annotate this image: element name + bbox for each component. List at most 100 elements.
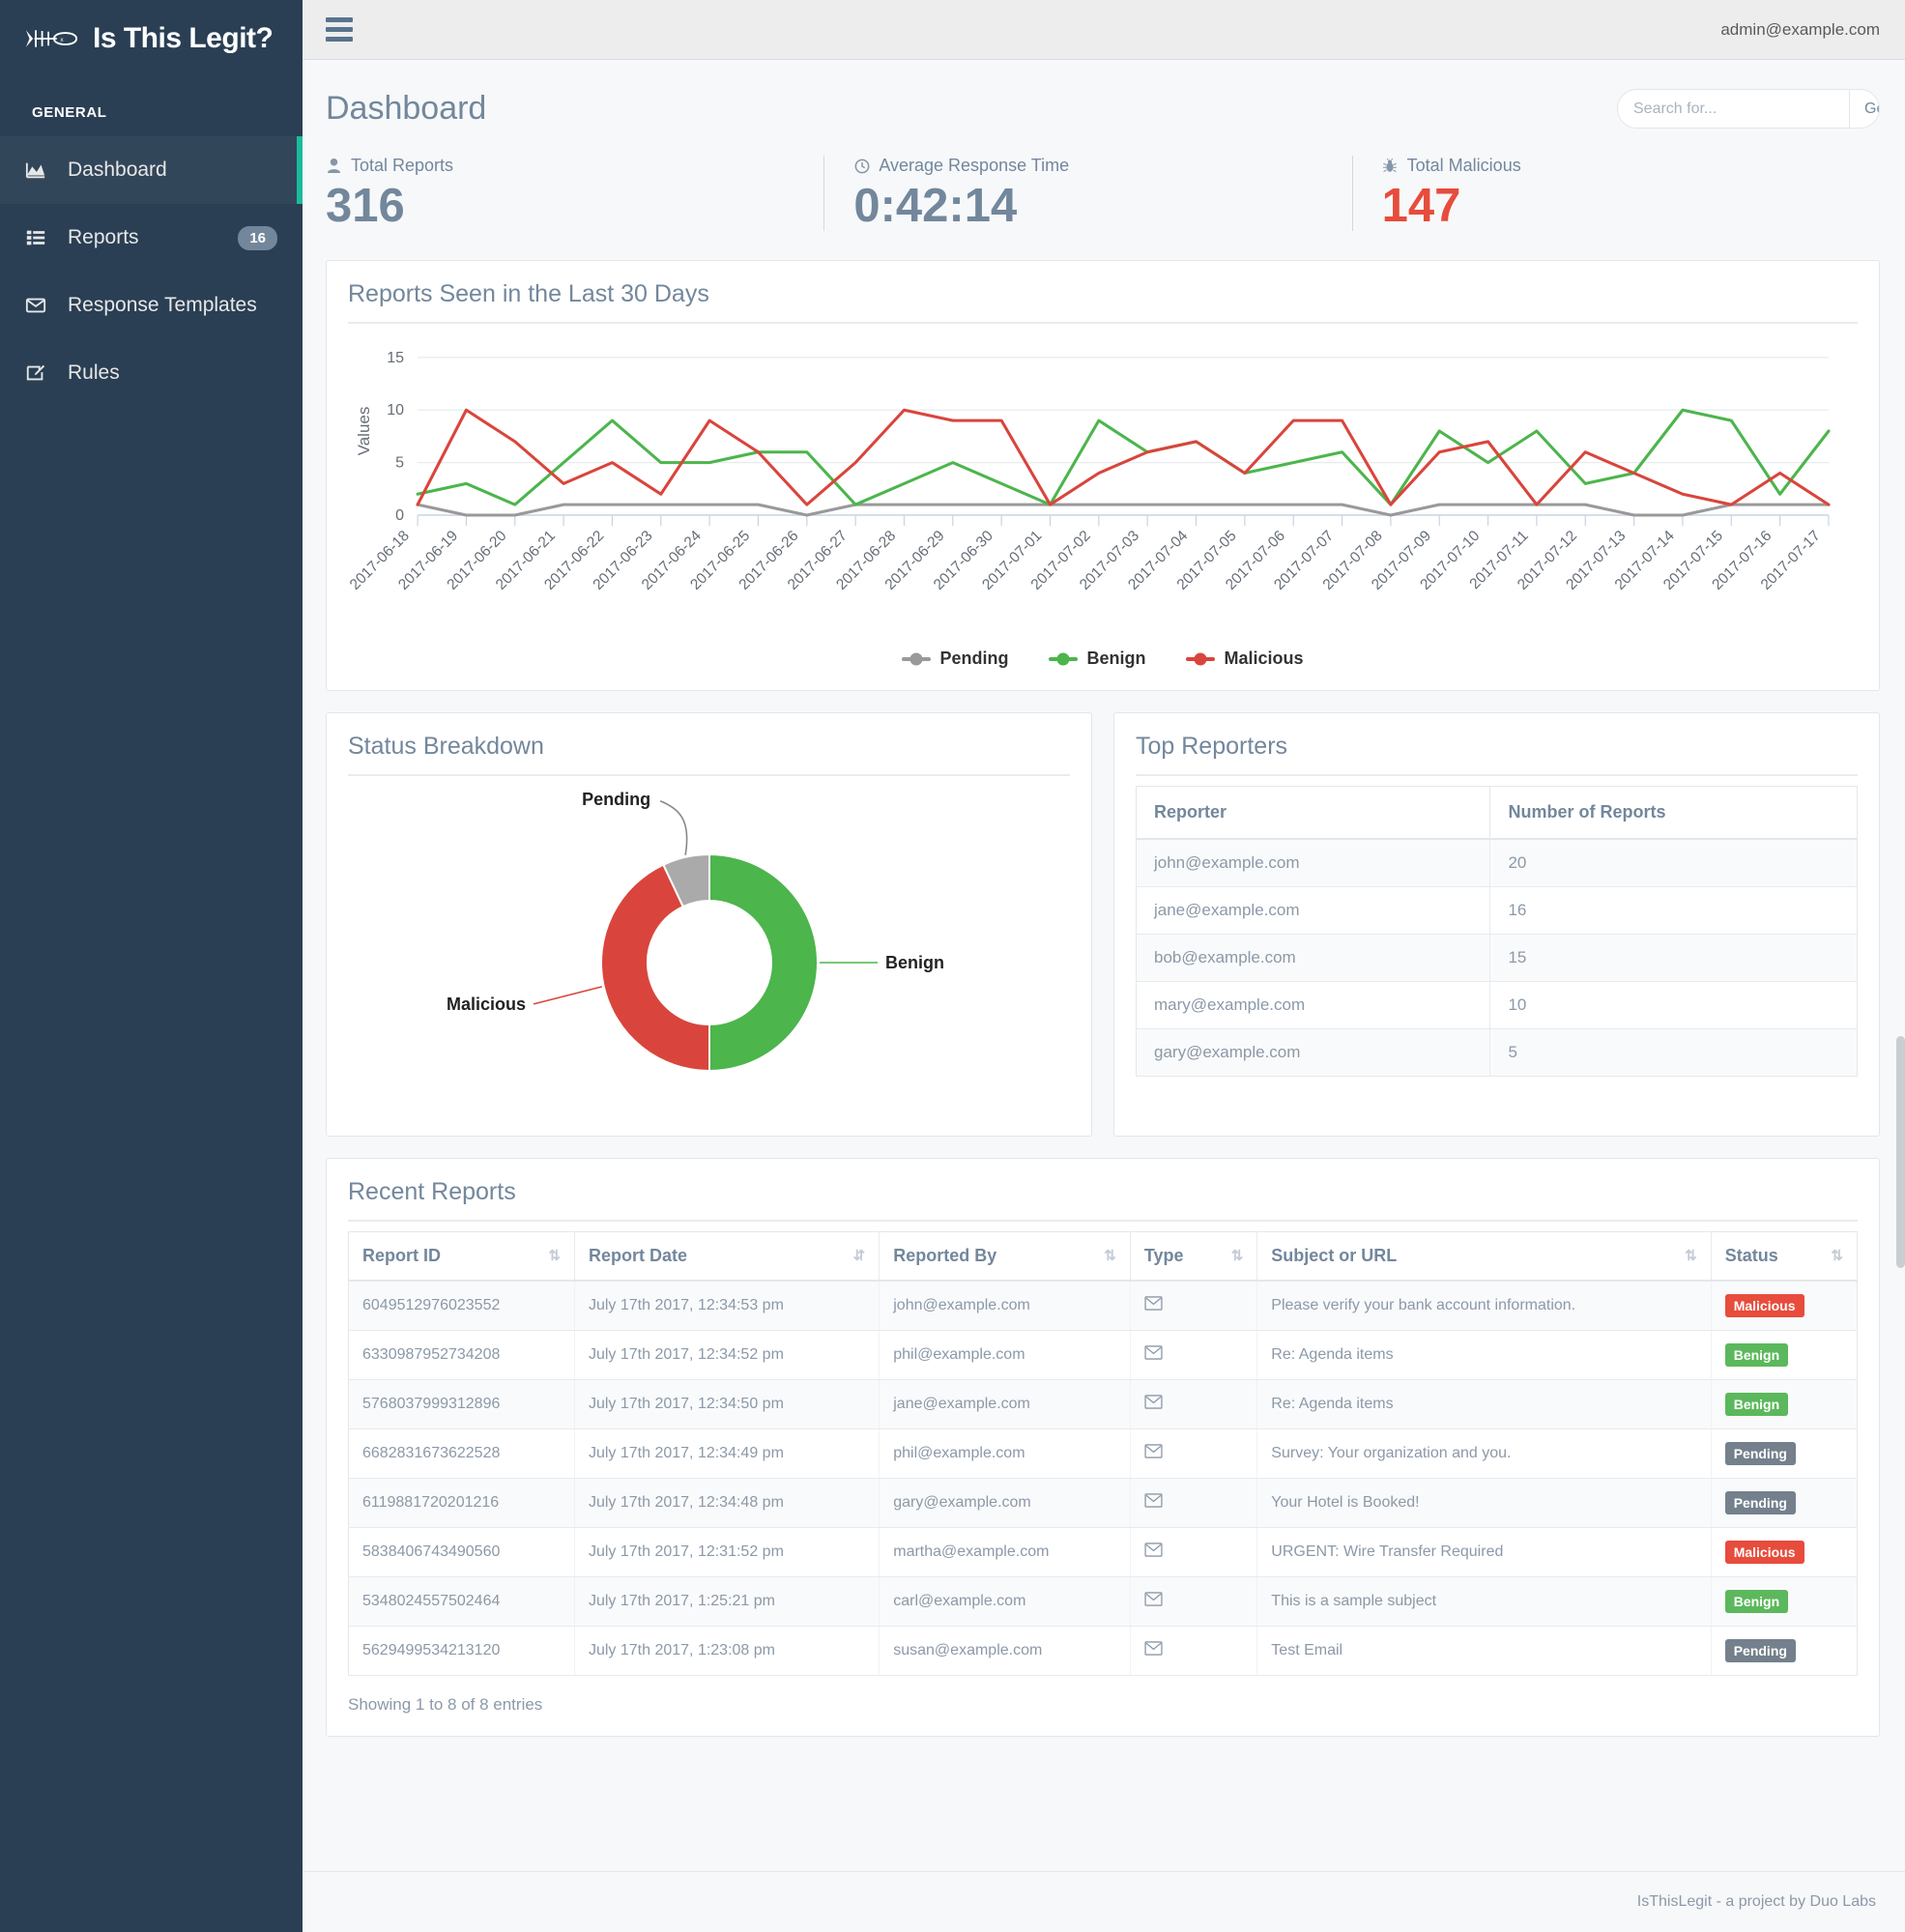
sort-desc-icon[interactable]: ⇵ (853, 1249, 866, 1263)
table-row[interactable]: 5348024557502464July 17th 2017, 1:25:21 … (349, 1577, 1858, 1627)
report-type (1130, 1479, 1256, 1528)
table-info: Showing 1 to 8 of 8 entries (348, 1676, 1858, 1715)
search-input[interactable] (1618, 101, 1849, 118)
top-reporters-panel: Top Reporters Reporter Number of Reports… (1113, 712, 1880, 1137)
topbar: admin@example.com (303, 0, 1905, 60)
column-label: Subject or URL (1271, 1246, 1397, 1266)
sidebar-item-dashboard[interactable]: Dashboard (0, 136, 303, 204)
panel-title: Top Reporters (1136, 733, 1858, 774)
table-header-row: Reporter Number of Reports (1137, 787, 1858, 840)
content: Dashboard Go! Tot (303, 60, 1905, 1871)
sort-icon[interactable]: ⇅ (1231, 1249, 1244, 1263)
hamburger-icon[interactable] (326, 17, 353, 42)
sort-icon[interactable]: ⇅ (1831, 1249, 1843, 1263)
clock-icon (853, 158, 870, 175)
status-breakdown-panel: Status Breakdown BenignMaliciousPending (326, 712, 1092, 1137)
stat-label: Average Response Time (879, 156, 1069, 176)
legend-label: Benign (1086, 649, 1145, 669)
legend-item-benign[interactable]: Benign (1049, 649, 1145, 669)
stat-value: 0:42:14 (853, 182, 1351, 231)
fish-skeleton-icon: x (23, 22, 79, 55)
envelope-icon (1144, 1643, 1163, 1659)
table-row: jane@example.com16 (1137, 887, 1858, 935)
status-badge: Benign (1725, 1393, 1788, 1416)
app-root: x Is This Legit? GENERAL Dashboard (0, 0, 1905, 1932)
stat-value: 316 (326, 182, 823, 231)
svg-text:Values: Values (355, 407, 373, 456)
svg-text:10: 10 (387, 403, 404, 419)
report-date: July 17th 2017, 12:34:50 pm (574, 1380, 879, 1429)
reporter-email: gary@example.com (1137, 1029, 1490, 1077)
reports-line-chart-panel: Reports Seen in the Last 30 Days 051015V… (326, 260, 1880, 691)
legend-swatch (902, 657, 931, 661)
column-subject-or-url[interactable]: Subject or URL ⇅ (1257, 1232, 1711, 1282)
column-status[interactable]: Status⇅ (1711, 1232, 1857, 1282)
sort-icon[interactable]: ⇅ (548, 1249, 561, 1263)
report-count: 16 (1490, 887, 1858, 935)
column-reporter[interactable]: Reporter (1137, 787, 1490, 840)
search-box[interactable]: Go! (1617, 89, 1880, 129)
table-row[interactable]: 6682831673622528July 17th 2017, 12:34:49… (349, 1429, 1858, 1479)
middle-row: Status Breakdown BenignMaliciousPending … (326, 712, 1880, 1158)
current-user-email[interactable]: admin@example.com (1720, 20, 1880, 40)
svg-text:Pending: Pending (582, 791, 650, 809)
sort-icon[interactable]: ⇅ (1104, 1249, 1116, 1263)
line-chart: 051015Values2017-06-182017-06-192017-06-… (348, 333, 1858, 643)
envelope-icon (1144, 1495, 1163, 1512)
stat-average-response-time: Average Response Time 0:42:14 (823, 156, 1351, 231)
report-id: 6049512976023552 (349, 1281, 575, 1331)
sidebar-reports-badge: 16 (238, 226, 277, 250)
table-row[interactable]: 5768037999312896July 17th 2017, 12:34:50… (349, 1380, 1858, 1429)
page-scrollbar[interactable] (1896, 1036, 1905, 1268)
report-status: Pending (1711, 1429, 1857, 1479)
column-label: Report ID (362, 1246, 441, 1266)
envelope-icon (1144, 1544, 1163, 1561)
main-area: admin@example.com Dashboard Go! (303, 0, 1905, 1932)
column-report-id[interactable]: Report ID ⇅ (349, 1232, 575, 1282)
legend-item-pending[interactable]: Pending (902, 649, 1008, 669)
table-row[interactable]: 5629499534213120July 17th 2017, 1:23:08 … (349, 1627, 1858, 1676)
column-number-of-reports[interactable]: Number of Reports (1490, 787, 1858, 840)
report-subject: Please verify your bank account informat… (1257, 1281, 1711, 1331)
legend-item-malicious[interactable]: Malicious (1186, 649, 1303, 669)
report-status: Pending (1711, 1479, 1857, 1528)
table-row[interactable]: 5838406743490560July 17th 2017, 12:31:52… (349, 1528, 1858, 1577)
table-row[interactable]: 6330987952734208July 17th 2017, 12:34:52… (349, 1331, 1858, 1380)
table-row[interactable]: 6119881720201216July 17th 2017, 12:34:48… (349, 1479, 1858, 1528)
report-subject: Your Hotel is Booked! (1257, 1479, 1711, 1528)
status-badge: Malicious (1725, 1294, 1804, 1317)
column-type[interactable]: Type⇅ (1130, 1232, 1256, 1282)
column-reported-by[interactable]: Reported By⇅ (880, 1232, 1131, 1282)
sidebar-item-label: Dashboard (68, 159, 303, 182)
sidebar-item-rules[interactable]: Rules (0, 339, 303, 407)
table-body: john@example.com20jane@example.com16bob@… (1137, 839, 1858, 1077)
top-reporters-table: Reporter Number of Reports john@example.… (1136, 786, 1858, 1077)
table-row[interactable]: 6049512976023552July 17th 2017, 12:34:53… (349, 1281, 1858, 1331)
panel-title: Reports Seen in the Last 30 Days (348, 280, 1858, 322)
reporter-email: jane@example.com (1137, 887, 1490, 935)
sidebar-item-reports[interactable]: Reports 16 (0, 204, 303, 272)
report-date: July 17th 2017, 12:34:48 pm (574, 1479, 879, 1528)
report-id: 6330987952734208 (349, 1331, 575, 1380)
report-id: 6119881720201216 (349, 1479, 575, 1528)
column-report-date[interactable]: Report Date⇵ (574, 1232, 879, 1282)
sidebar-section-title: GENERAL (0, 77, 303, 136)
report-type (1130, 1429, 1256, 1479)
report-id: 6682831673622528 (349, 1429, 575, 1479)
sidebar-item-response-templates[interactable]: Response Templates (0, 272, 303, 339)
report-date: July 17th 2017, 12:34:53 pm (574, 1281, 879, 1331)
report-subject: Re: Agenda items (1257, 1331, 1711, 1380)
sort-icon[interactable]: ⇅ (1685, 1249, 1697, 1263)
stats-row: Total Reports 316 Average Response Time (326, 150, 1880, 260)
page-title: Dashboard (326, 90, 486, 128)
status-badge: Pending (1725, 1491, 1796, 1514)
report-count: 20 (1490, 839, 1858, 887)
divider (348, 774, 1070, 776)
report-type (1130, 1331, 1256, 1380)
report-subject: Re: Agenda items (1257, 1380, 1711, 1429)
reporter-email: john@example.com (1137, 839, 1490, 887)
reported-by: john@example.com (880, 1281, 1131, 1331)
svg-text:x: x (60, 37, 64, 43)
brand[interactable]: x Is This Legit? (0, 0, 303, 77)
search-go-button[interactable]: Go! (1849, 90, 1880, 128)
